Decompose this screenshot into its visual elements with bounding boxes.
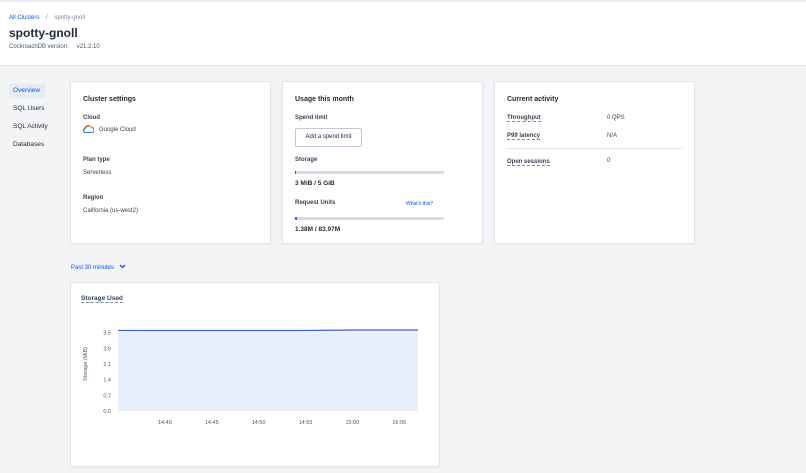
- y-tick-label: 2.1: [103, 362, 111, 368]
- p99-latency-label[interactable]: P99 latency: [507, 133, 541, 140]
- region-value: California (us-west2): [83, 208, 139, 214]
- sidebar-item-sql-users[interactable]: SQL Users: [9, 102, 59, 116]
- request-units-progress-fill: [295, 217, 298, 220]
- open-sessions-label[interactable]: Open sessions: [507, 159, 550, 166]
- top-border: [0, 0, 806, 2]
- sidebar-item-overview[interactable]: Overview: [9, 84, 46, 98]
- x-tick-label: 14:50: [252, 420, 266, 426]
- y-tick-label: 0.0: [103, 409, 111, 415]
- current-activity-title: Current activity: [507, 96, 559, 103]
- cluster-settings-title: Cluster settings: [83, 96, 136, 103]
- activity-divider: [507, 148, 683, 149]
- time-range-selector[interactable]: Past 30 minutes: [71, 264, 126, 271]
- version-info: CockroachDB version: v21.2.10: [9, 44, 100, 50]
- open-sessions-value: 0: [607, 158, 611, 164]
- breadcrumb-all-clusters-link[interactable]: All Clusters: [9, 15, 39, 21]
- x-tick-label: 14:55: [299, 420, 313, 426]
- storage-progress-fill: [295, 171, 296, 174]
- chevron-down-icon: [114, 264, 126, 271]
- y-tick-label: 1.4: [103, 378, 111, 384]
- time-range-label: Past 30 minutes: [71, 264, 115, 271]
- storage-value: 3 MiB / 5 GiB: [295, 180, 335, 187]
- storage-used-chart-card: Storage Used 0.0 0.7 1.4 2.1 2.8 3.5 14:40 14:4…: [70, 282, 440, 467]
- breadcrumb-current: spotty-gnoll: [54, 15, 86, 21]
- request-units-value: 1.38M / 83.97M: [295, 226, 341, 233]
- cluster-settings-card: Cluster settings Cloud Google Cloud Plan…: [70, 81, 271, 244]
- cloud-value: Google Cloud: [99, 127, 136, 133]
- storage-used-chart: 0.0 0.7 1.4 2.1 2.8 3.5 14:40 14:45 14:50 14:55 15…: [83, 329, 418, 426]
- version-label: CockroachDB version:: [9, 44, 69, 50]
- plan-type-value: Serverless: [83, 170, 112, 176]
- breadcrumb-separator: /: [46, 15, 48, 21]
- plan-type-label: Plan type: [83, 157, 110, 163]
- breadcrumb: All Clusters / spotty-gnoll: [9, 15, 85, 21]
- y-tick-label: 0.7: [103, 393, 111, 399]
- y-tick-label: 3.5: [103, 331, 111, 337]
- storage-progress-bar: [295, 171, 444, 174]
- google-cloud-icon: [82, 125, 99, 135]
- p99-latency-value: N/A: [607, 133, 618, 139]
- cloud-value-row: Google Cloud: [82, 125, 136, 135]
- y-axis-label: Storage (MiB): [83, 347, 89, 381]
- cloud-label: Cloud: [83, 115, 100, 121]
- request-units-progress-bar: [295, 217, 444, 220]
- y-tick-label: 2.8: [103, 346, 111, 352]
- sidebar-nav: Overview SQL Users SQL Activity Database…: [9, 84, 59, 156]
- whats-this-link[interactable]: What's this?: [406, 201, 433, 207]
- sidebar-item-databases[interactable]: Databases: [9, 138, 59, 152]
- request-units-label: Request Units: [295, 200, 336, 206]
- usage-title: Usage this month: [295, 96, 354, 103]
- throughput-value: 0 QPS: [607, 115, 625, 121]
- page-title: spotty-gnoll: [9, 26, 78, 40]
- x-tick-label: 15:00: [345, 420, 359, 426]
- x-tick-label: 14:45: [205, 420, 219, 426]
- storage-label: Storage: [295, 157, 318, 163]
- sidebar-item-sql-activity[interactable]: SQL Activity: [9, 120, 59, 134]
- throughput-label[interactable]: Throughput: [507, 115, 541, 122]
- x-tick-label: 15:05: [392, 420, 406, 426]
- version-value: v21.2.10: [76, 44, 100, 50]
- usage-card: Usage this month Spend limit Add a spend…: [282, 81, 483, 244]
- add-spend-limit-button[interactable]: Add a spend limit: [295, 128, 362, 147]
- spend-limit-label: Spend limit: [295, 115, 328, 121]
- page-header: All Clusters / spotty-gnoll spotty-gnoll…: [0, 0, 806, 66]
- storage-area: [118, 329, 418, 411]
- x-tick-label: 14:40: [158, 420, 172, 426]
- current-activity-card: Current activity Throughput 0 QPS P99 la…: [494, 81, 695, 244]
- region-label: Region: [83, 195, 104, 201]
